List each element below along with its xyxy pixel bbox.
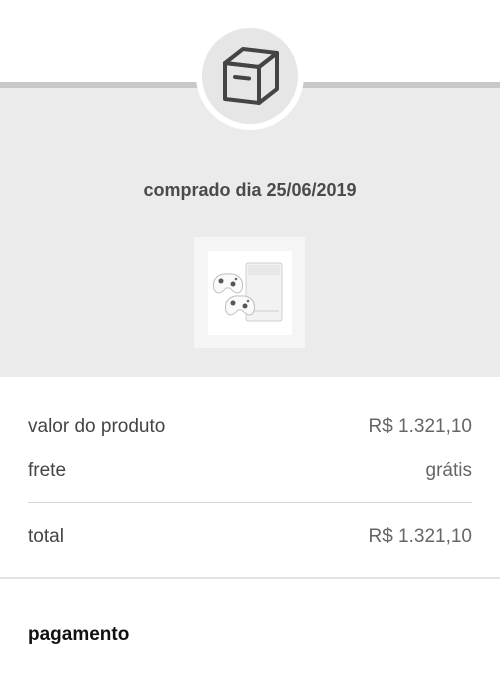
product-value-label: valor do produto <box>28 416 166 437</box>
product-image <box>207 250 292 335</box>
product-thumbnail[interactable] <box>194 237 305 348</box>
purchase-date: comprado dia 25/06/2019 <box>143 180 357 200</box>
section-divider <box>0 577 500 579</box>
total-label: total <box>28 526 64 547</box>
summary-divider <box>28 502 472 503</box>
shipping-row: frete grátis <box>28 454 472 488</box>
order-icon-badge <box>196 22 304 130</box>
shipping-value: grátis <box>425 460 472 481</box>
total-row: total R$ 1.321,10 <box>28 520 472 554</box>
price-summary: valor do produto R$ 1.321,10 frete gráti… <box>28 410 472 554</box>
total-value: R$ 1.321,10 <box>368 526 472 547</box>
shipping-label: frete <box>28 460 67 481</box>
product-value: R$ 1.321,10 <box>368 416 472 437</box>
payment-section-title: pagamento <box>28 624 130 645</box>
package-box-icon <box>223 47 279 105</box>
product-value-row: valor do produto R$ 1.321,10 <box>28 410 472 444</box>
order-detail-page: comprado dia 25/06/2019 valor do produto… <box>0 0 500 676</box>
